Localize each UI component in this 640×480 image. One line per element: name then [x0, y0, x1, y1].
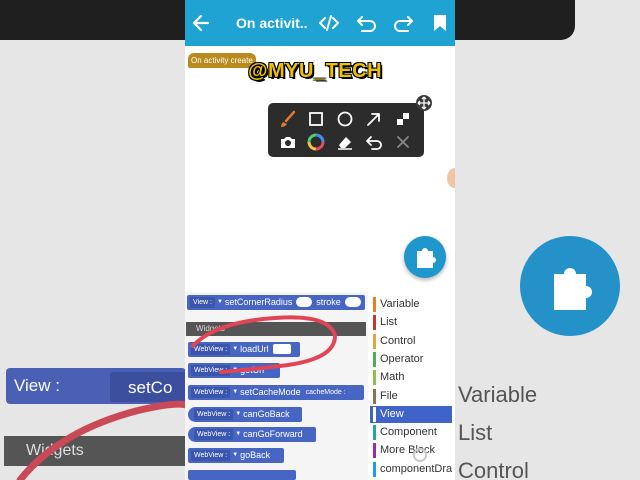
- background-category: List: [458, 420, 493, 445]
- category-control[interactable]: Control: [370, 333, 452, 350]
- block-label: setCacheMode: [240, 387, 301, 397]
- block-webview-goback[interactable]: WebView : ▼ goBack: [188, 448, 284, 463]
- category-view[interactable]: View: [370, 405, 452, 423]
- block-param-label: cacheMode :: [305, 389, 346, 396]
- chevron-down-icon: ▼: [235, 431, 242, 437]
- background-category-list: Variable List Control: [458, 376, 537, 480]
- phone-screen: On activit... On activity create @MYU_TE…: [185, 0, 455, 480]
- category-label: componentDra: [380, 462, 453, 475]
- floating-bubble[interactable]: [447, 168, 455, 188]
- category-label: Component: [380, 426, 437, 439]
- category-list[interactable]: List: [370, 314, 452, 331]
- block-partial[interactable]: [188, 470, 296, 480]
- chevron-down-icon: ▼: [232, 452, 239, 458]
- add-block-fab[interactable]: [404, 236, 446, 278]
- webview-dropdown[interactable]: WebView :: [191, 387, 231, 398]
- block-webview-cangoforward[interactable]: WebView : ▼ canGoForward: [188, 427, 316, 442]
- category-color-bar: [373, 461, 376, 477]
- category-operator[interactable]: Operator: [370, 351, 452, 368]
- color-wheel-icon[interactable]: [306, 132, 326, 152]
- block-webview-setcachemode[interactable]: WebView : ▼ setCacheMode cacheMode :: [188, 385, 364, 400]
- arrow-icon[interactable]: [364, 109, 384, 129]
- category-label: List: [380, 316, 398, 329]
- camera-icon[interactable]: [278, 132, 298, 152]
- category-label: Math: [380, 371, 405, 384]
- category-label: Variable: [380, 298, 420, 310]
- webview-dropdown[interactable]: WebView :: [191, 450, 231, 461]
- app-bar: On activit...: [185, 0, 455, 46]
- loading-spinner: [413, 448, 427, 462]
- block-label: goBack: [240, 450, 271, 460]
- category-color-bar: [373, 333, 376, 349]
- category-math[interactable]: Math: [370, 369, 452, 386]
- category-component[interactable]: Component: [370, 424, 452, 441]
- move-icon[interactable]: [416, 95, 432, 111]
- background-category: Variable: [458, 382, 538, 407]
- puzzle-piece-icon: [554, 268, 592, 310]
- webview-dropdown[interactable]: WebView :: [194, 429, 234, 440]
- watermark-text: @MYU_TECH: [248, 60, 383, 82]
- category-color-bar: [373, 443, 376, 459]
- block-label: canGoForward: [243, 429, 303, 439]
- category-more-block[interactable]: More Block: [370, 442, 452, 459]
- category-file[interactable]: File: [370, 388, 452, 405]
- webview-dropdown[interactable]: WebView :: [194, 409, 234, 420]
- block-webview-cangoback[interactable]: WebView : ▼ canGoBack: [188, 407, 302, 422]
- red-annotation-scribble: [191, 315, 338, 374]
- circle-icon[interactable]: [335, 109, 355, 129]
- bookmark-icon[interactable]: [433, 14, 447, 32]
- background-fab: [520, 236, 620, 336]
- chevron-down-icon: ▼: [235, 411, 242, 417]
- undo-icon[interactable]: [364, 132, 384, 152]
- drawing-toolbar: [268, 103, 424, 157]
- chevron-down-icon: ▼: [232, 389, 239, 395]
- category-color-bar: [373, 297, 376, 312]
- category-color-bar: [373, 388, 376, 404]
- category-color-bar: [373, 370, 376, 386]
- category-label: Control: [380, 334, 416, 347]
- redo-icon[interactable]: [393, 14, 413, 32]
- category-label: View: [380, 407, 404, 420]
- background-category: Control: [458, 458, 529, 480]
- category-componentdra[interactable]: componentDra: [370, 461, 452, 478]
- page-title: On activit...: [236, 15, 308, 31]
- category-label: File: [380, 389, 398, 402]
- category-label: Operator: [380, 352, 424, 365]
- arrow-back-icon[interactable]: [192, 13, 210, 33]
- undo-icon[interactable]: [357, 14, 377, 32]
- category-variable[interactable]: Variable: [370, 296, 452, 313]
- category-color-bar: [373, 351, 376, 367]
- puzzle-piece-icon: [417, 248, 436, 268]
- category-color-bar: [373, 425, 376, 441]
- category-color-bar: [373, 406, 376, 422]
- rectangle-icon[interactable]: [306, 109, 326, 129]
- event-block-on-activity-create[interactable]: On activity create: [188, 53, 256, 68]
- close-icon[interactable]: [393, 132, 413, 152]
- checker-icon[interactable]: [393, 109, 413, 129]
- code-icon[interactable]: [319, 14, 339, 32]
- eraser-icon[interactable]: [335, 132, 355, 152]
- category-color-bar: [373, 315, 376, 331]
- block-label: canGoBack: [243, 409, 290, 419]
- background-scribble: [16, 400, 186, 480]
- brush-icon[interactable]: [278, 109, 298, 129]
